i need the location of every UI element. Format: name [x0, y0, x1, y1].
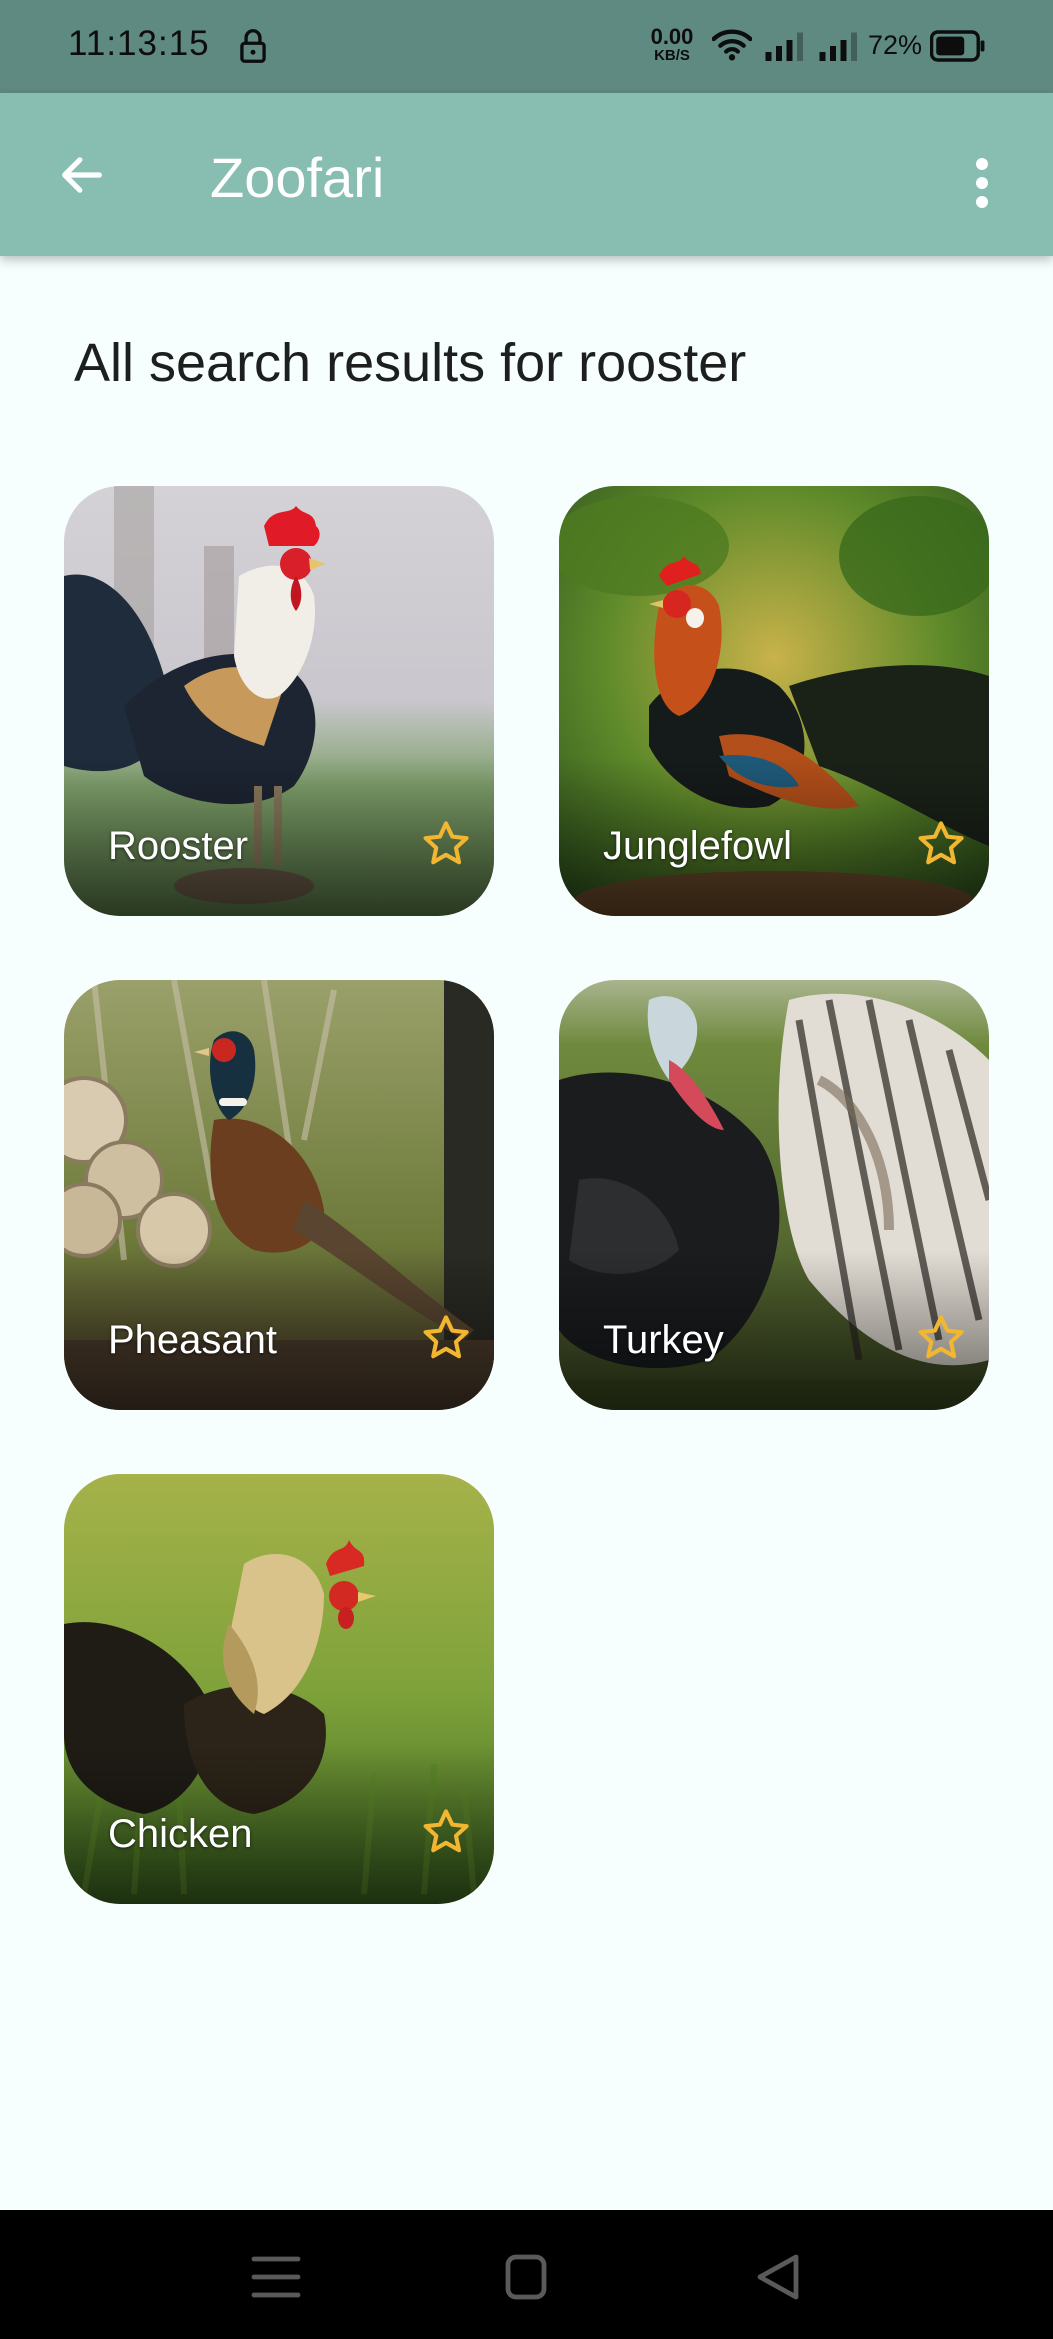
result-card-rooster[interactable]: Rooster — [64, 486, 494, 916]
star-outline-icon[interactable] — [915, 818, 967, 870]
more-vert-icon — [976, 158, 988, 208]
result-card-turkey[interactable]: Turkey — [559, 980, 989, 1410]
app-bar: Zoofari — [0, 93, 1053, 256]
wifi-icon — [712, 29, 752, 61]
result-card-chicken[interactable]: Chicken — [64, 1474, 494, 1904]
app-title: Zoofari — [210, 146, 385, 209]
result-name: Junglefowl — [603, 824, 793, 868]
system-nav-bar — [0, 2210, 1053, 2339]
back-button[interactable] — [50, 143, 114, 207]
status-time: 11:13:15 — [68, 24, 210, 63]
search-results-heading: All search results for rooster — [74, 333, 747, 393]
result-name: Turkey — [603, 1318, 724, 1362]
battery-percent: 72% — [868, 30, 923, 60]
result-card-junglefowl[interactable]: Junglefowl — [559, 486, 989, 916]
signal-icon — [819, 32, 857, 61]
star-outline-icon[interactable] — [420, 1806, 472, 1858]
result-name: Rooster — [108, 824, 249, 868]
star-outline-icon[interactable] — [915, 1312, 967, 1364]
home-square-icon[interactable] — [496, 2250, 556, 2304]
lock-icon — [240, 29, 266, 63]
menu-icon[interactable] — [246, 2250, 306, 2304]
network-speed-unit: KB/S — [654, 47, 690, 64]
status-bar: 11:13:15 0.00 KB/S 72% — [0, 0, 1053, 93]
result-card-pheasant[interactable]: Pheasant — [64, 980, 494, 1410]
back-triangle-icon[interactable] — [748, 2250, 808, 2304]
star-outline-icon[interactable] — [420, 818, 472, 870]
result-name: Pheasant — [108, 1318, 278, 1362]
more-options-button[interactable] — [960, 143, 1004, 223]
network-speed: 0.00 KB/S — [646, 24, 698, 64]
signal-icon — [765, 32, 803, 61]
result-name: Chicken — [108, 1812, 253, 1856]
arrow-left-icon — [62, 157, 102, 193]
star-outline-icon[interactable] — [420, 1312, 472, 1364]
battery-icon — [930, 30, 985, 62]
network-speed-value: 0.00 — [650, 24, 694, 49]
